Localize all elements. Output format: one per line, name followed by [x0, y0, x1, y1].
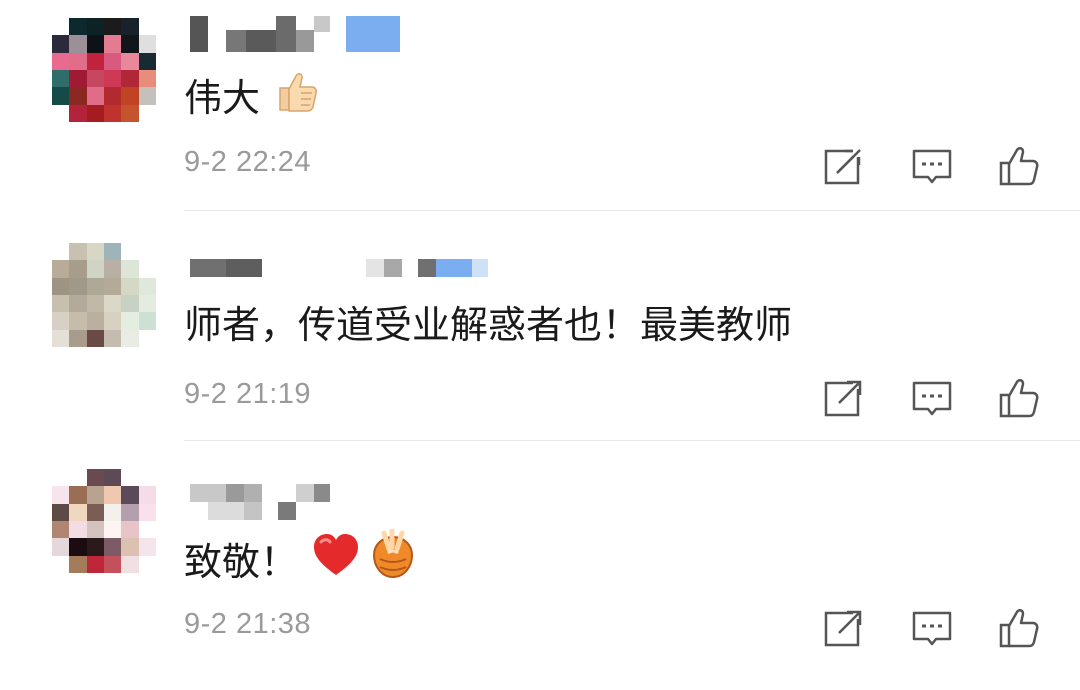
reply-icon[interactable]: [911, 145, 953, 187]
like-icon[interactable]: [998, 377, 1040, 419]
red-heart-icon: [312, 533, 360, 590]
like-icon[interactable]: [998, 145, 1040, 187]
comment-item: 伟大 9-2 22:24: [0, 0, 1080, 230]
comment-text: 伟大: [184, 68, 320, 127]
reply-icon[interactable]: [911, 607, 953, 649]
avatar[interactable]: [52, 469, 156, 573]
avatar[interactable]: [52, 243, 156, 347]
reply-icon[interactable]: [911, 377, 953, 419]
share-icon[interactable]: [823, 377, 865, 419]
share-icon[interactable]: [823, 145, 865, 187]
comment-actions: [0, 145, 1080, 189]
avatar[interactable]: [52, 18, 156, 122]
divider: [184, 440, 1080, 441]
share-icon[interactable]: [823, 607, 865, 649]
comment-actions: [0, 377, 1080, 421]
thumbs-up-icon: [274, 68, 320, 127]
comment-text: 致敬！: [184, 528, 420, 594]
username-pixelated[interactable]: [190, 259, 488, 281]
username-pixelated[interactable]: [190, 16, 450, 54]
clapping-hands-icon: [366, 528, 420, 594]
comment-actions: [0, 607, 1080, 651]
comment-text: 师者，传道受业解惑者也！最美教师: [184, 303, 793, 347]
like-icon[interactable]: [998, 607, 1040, 649]
comment-item: 师者，传道受业解惑者也！最美教师 9-2 21:19: [0, 230, 1080, 460]
divider: [184, 210, 1080, 211]
comment-item: 致敬！ 9-2 21:38: [0, 460, 1080, 690]
username-pixelated[interactable]: [190, 484, 450, 524]
